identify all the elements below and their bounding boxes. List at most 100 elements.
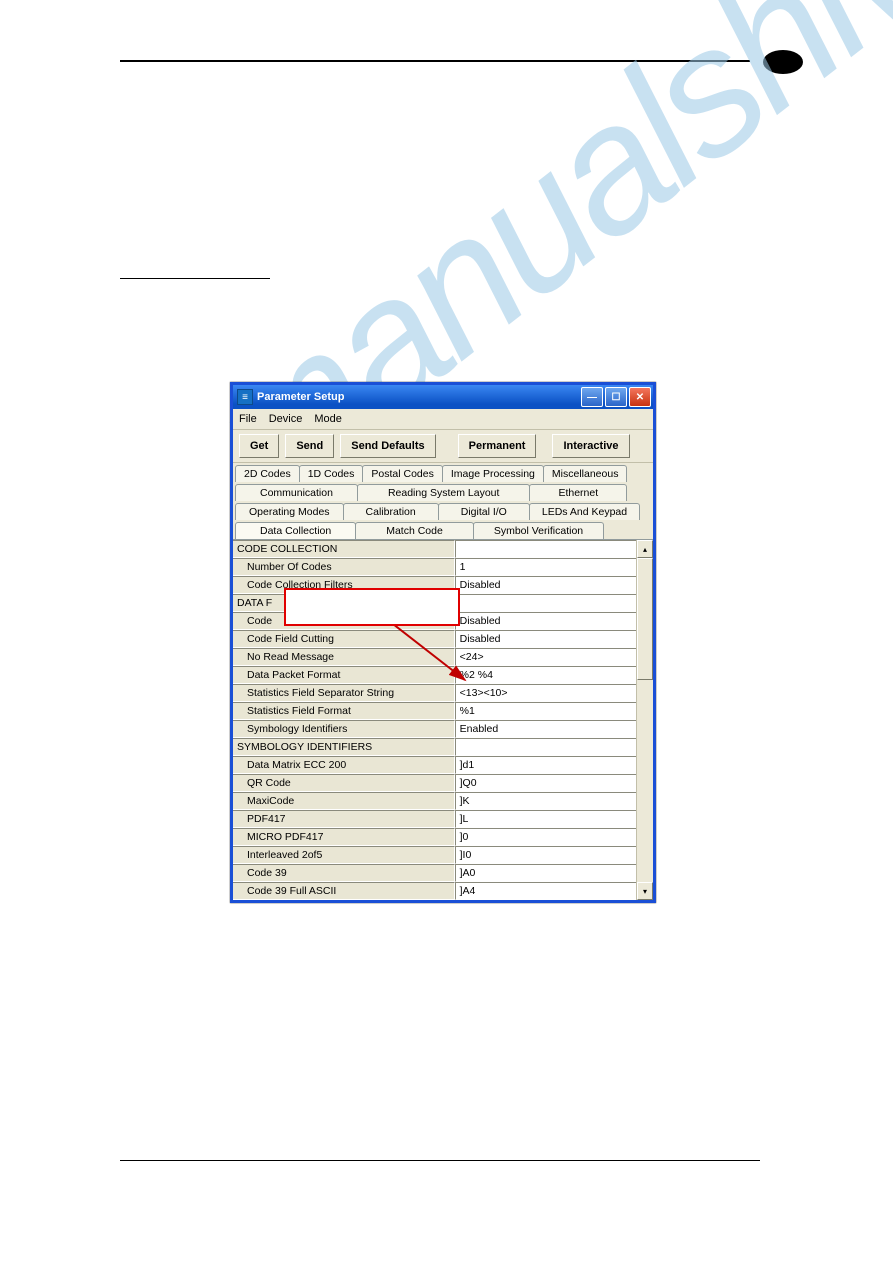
grid-row: QR Code]Q0 bbox=[233, 774, 636, 792]
grid-row: Data Matrix ECC 200]d1 bbox=[233, 756, 636, 774]
grid-label: Code 39 Full ASCII bbox=[233, 882, 455, 900]
grid-label: PDF417 bbox=[233, 810, 455, 828]
get-button[interactable]: Get bbox=[239, 434, 279, 458]
grid-label: Statistics Field Separator String bbox=[233, 684, 455, 702]
tabstrip-row3: Operating Modes Calibration Digital I/O … bbox=[233, 501, 653, 520]
scroll-down-icon[interactable]: ▾ bbox=[637, 882, 653, 900]
grid-label: Symbology Identifiers bbox=[233, 720, 455, 738]
grid-value[interactable]: 1 bbox=[455, 558, 636, 576]
grid-row: Code Field CuttingDisabled bbox=[233, 630, 636, 648]
window-title: Parameter Setup bbox=[257, 391, 344, 403]
grid-label: Code 39 bbox=[233, 864, 455, 882]
page-bullet bbox=[763, 50, 803, 74]
tab-symbol-verification[interactable]: Symbol Verification bbox=[473, 522, 604, 539]
parameter-setup-window: ≡ Parameter Setup — ☐ ✕ File Device Mode… bbox=[230, 382, 656, 903]
grid-header-row: SYMBOLOGY IDENTIFIERS bbox=[233, 738, 636, 756]
grid-value[interactable]: Disabled bbox=[455, 630, 636, 648]
menu-mode[interactable]: Mode bbox=[314, 413, 342, 425]
grid-label: MaxiCode bbox=[233, 792, 455, 810]
underline-rule bbox=[120, 278, 270, 279]
grid-value[interactable]: ]Q0 bbox=[455, 774, 636, 792]
tab-reading-system-layout[interactable]: Reading System Layout bbox=[357, 484, 530, 501]
grid-value[interactable]: ]0 bbox=[455, 828, 636, 846]
maximize-button[interactable]: ☐ bbox=[605, 387, 627, 407]
grid-row: Data Packet Format%2 %4 bbox=[233, 666, 636, 684]
tabstrip-row4: Data Collection Match Code Symbol Verifi… bbox=[233, 520, 653, 539]
grid-row: MaxiCode]K bbox=[233, 792, 636, 810]
grid-row: Number Of Codes1 bbox=[233, 558, 636, 576]
grid-header-row: CODE COLLECTION bbox=[233, 540, 636, 558]
grid-label: Statistics Field Format bbox=[233, 702, 455, 720]
grid-value[interactable]: ]I0 bbox=[455, 846, 636, 864]
grid-label: SYMBOLOGY IDENTIFIERS bbox=[233, 738, 455, 756]
grid-label: Code Field Cutting bbox=[233, 630, 455, 648]
grid-label: Data Matrix ECC 200 bbox=[233, 756, 455, 774]
grid-value[interactable]: <13><10> bbox=[455, 684, 636, 702]
send-defaults-button[interactable]: Send Defaults bbox=[340, 434, 435, 458]
grid-row: Statistics Field Separator String<13><10… bbox=[233, 684, 636, 702]
grid-value[interactable]: %1 bbox=[455, 702, 636, 720]
grid-value[interactable]: ]K bbox=[455, 792, 636, 810]
grid-row: Statistics Field Format%1 bbox=[233, 702, 636, 720]
permanent-button[interactable]: Permanent bbox=[458, 434, 537, 458]
grid-row: Symbology IdentifiersEnabled bbox=[233, 720, 636, 738]
menubar: File Device Mode bbox=[233, 409, 653, 430]
grid-row: MICRO PDF417]0 bbox=[233, 828, 636, 846]
tab-image-processing[interactable]: Image Processing bbox=[442, 465, 544, 482]
grid-value[interactable]: <24> bbox=[455, 648, 636, 666]
tab-data-collection[interactable]: Data Collection bbox=[235, 522, 356, 539]
grid-label: Interleaved 2of5 bbox=[233, 846, 455, 864]
grid-value[interactable]: ]d1 bbox=[455, 756, 636, 774]
tabstrip-row1: 2D Codes 1D Codes Postal Codes Image Pro… bbox=[233, 463, 653, 482]
menu-device[interactable]: Device bbox=[269, 413, 303, 425]
tab-match-code[interactable]: Match Code bbox=[355, 522, 474, 539]
top-rule bbox=[120, 60, 750, 62]
grid-label: No Read Message bbox=[233, 648, 455, 666]
grid-label: Data Packet Format bbox=[233, 666, 455, 684]
grid-row: Code 39]A0 bbox=[233, 864, 636, 882]
menu-file[interactable]: File bbox=[239, 413, 257, 425]
grid-value[interactable]: Disabled bbox=[455, 612, 636, 630]
toolbar: Get Send Send Defaults Permanent Interac… bbox=[233, 430, 653, 463]
scroll-thumb[interactable] bbox=[637, 558, 653, 680]
grid-label: CODE COLLECTION bbox=[233, 540, 455, 558]
vertical-scrollbar[interactable]: ▴ ▾ bbox=[636, 540, 653, 900]
close-button[interactable]: ✕ bbox=[629, 387, 651, 407]
tab-1d-codes[interactable]: 1D Codes bbox=[299, 465, 364, 482]
grid-value[interactable] bbox=[455, 594, 636, 612]
tab-calibration[interactable]: Calibration bbox=[343, 503, 439, 520]
grid-row: Code 39 Full ASCII]A4 bbox=[233, 882, 636, 900]
grid-row: PDF417]L bbox=[233, 810, 636, 828]
send-button[interactable]: Send bbox=[285, 434, 334, 458]
bottom-rule bbox=[120, 1160, 760, 1161]
grid-value[interactable]: %2 %4 bbox=[455, 666, 636, 684]
tab-miscellaneous[interactable]: Miscellaneous bbox=[543, 465, 628, 482]
app-icon: ≡ bbox=[237, 389, 253, 405]
grid-row: No Read Message<24> bbox=[233, 648, 636, 666]
titlebar[interactable]: ≡ Parameter Setup — ☐ ✕ bbox=[233, 385, 653, 409]
highlight-box bbox=[284, 588, 460, 626]
grid-value[interactable]: ]A0 bbox=[455, 864, 636, 882]
tab-leds-keypad[interactable]: LEDs And Keypad bbox=[529, 503, 640, 520]
grid-value[interactable] bbox=[455, 738, 636, 756]
grid-row: Interleaved 2of5]I0 bbox=[233, 846, 636, 864]
grid-value[interactable]: Disabled bbox=[455, 576, 636, 594]
grid-value[interactable]: ]A4 bbox=[455, 882, 636, 900]
minimize-button[interactable]: — bbox=[581, 387, 603, 407]
grid-value[interactable]: Enabled bbox=[455, 720, 636, 738]
grid-label: Number Of Codes bbox=[233, 558, 455, 576]
interactive-button[interactable]: Interactive bbox=[552, 434, 629, 458]
grid-value[interactable] bbox=[455, 540, 636, 558]
tab-postal-codes[interactable]: Postal Codes bbox=[362, 465, 442, 482]
tab-ethernet[interactable]: Ethernet bbox=[529, 484, 627, 501]
grid-value[interactable]: ]L bbox=[455, 810, 636, 828]
grid-label: QR Code bbox=[233, 774, 455, 792]
tab-communication[interactable]: Communication bbox=[235, 484, 358, 501]
scroll-track[interactable] bbox=[637, 680, 653, 882]
tabstrip-row2: Communication Reading System Layout Ethe… bbox=[233, 482, 653, 501]
scroll-up-icon[interactable]: ▴ bbox=[637, 540, 653, 558]
tab-2d-codes[interactable]: 2D Codes bbox=[235, 465, 300, 482]
tab-digital-io[interactable]: Digital I/O bbox=[438, 503, 530, 520]
grid-label: MICRO PDF417 bbox=[233, 828, 455, 846]
tab-operating-modes[interactable]: Operating Modes bbox=[235, 503, 344, 520]
